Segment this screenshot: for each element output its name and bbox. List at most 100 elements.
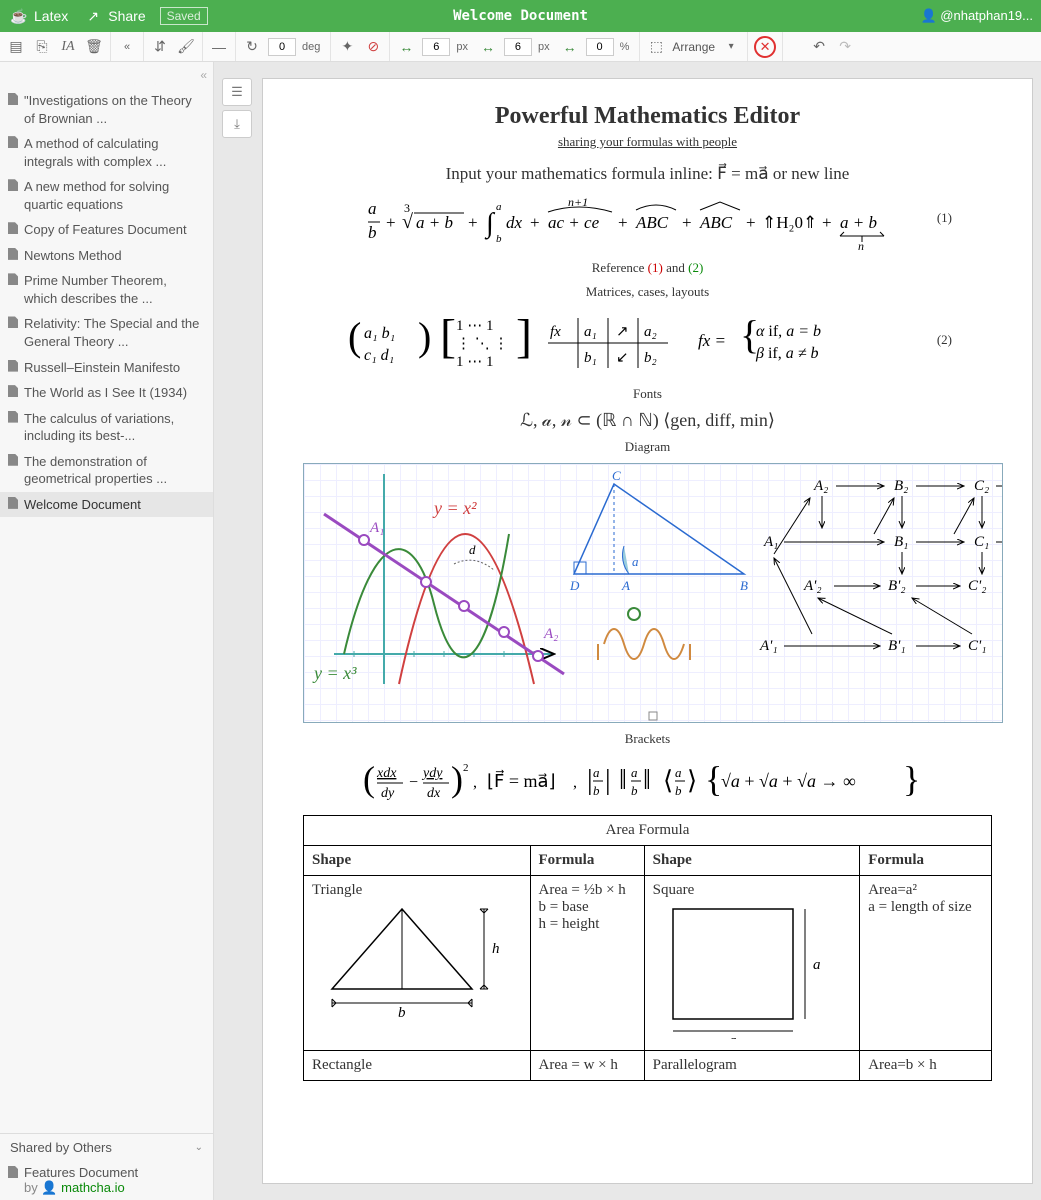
- col-formula2: Formula: [860, 846, 992, 876]
- svg-text:{: {: [705, 759, 722, 799]
- diagram-canvas[interactable]: y = x² y = x³ A₁ A₂ d a C D A B: [303, 463, 1003, 723]
- svg-text:B'₂: B'₂: [888, 578, 906, 594]
- document-canvas[interactable]: Powerful Mathematics Editor sharing your…: [262, 78, 1033, 1184]
- insert-tab[interactable]: ⤓: [222, 110, 252, 138]
- reference-line: Reference (1) and (2): [303, 260, 992, 276]
- shared-document[interactable]: Features Document by 👤 mathcha.io: [0, 1161, 213, 1200]
- svg-text:‖: ‖: [619, 765, 627, 796]
- svg-text:y = x³: y = x³: [312, 663, 357, 683]
- equation-1-number: (1): [937, 210, 952, 226]
- line-icon[interactable]: ―: [209, 37, 229, 57]
- sidebar-item[interactable]: "Investigations on the Theory of Brownia…: [0, 88, 213, 131]
- svg-text:n: n: [858, 239, 864, 252]
- trash-icon[interactable]: 🗑: [84, 37, 104, 57]
- shared-header[interactable]: Shared by Others ⌄: [0, 1133, 213, 1161]
- sidebar-item[interactable]: The calculus of variations, including it…: [0, 406, 213, 449]
- snap-off-icon[interactable]: ✦: [337, 37, 357, 57]
- sidebar-collapse-icon[interactable]: «: [117, 37, 137, 57]
- svg-text:1 ⋯ 1: 1 ⋯ 1: [456, 354, 494, 370]
- area-title: Area Formula: [304, 816, 992, 846]
- vspace-icon[interactable]: ↔: [478, 37, 498, 57]
- hspace-unit: px: [456, 41, 468, 53]
- svg-text:b: b: [631, 783, 638, 798]
- svg-text:β if, a ≠ b: β if, a ≠ b: [755, 345, 819, 362]
- shared-by-prefix: by: [24, 1180, 41, 1195]
- svg-text:dx: dx: [506, 213, 523, 232]
- svg-text:a: a: [368, 199, 377, 218]
- col-shape: Shape: [304, 846, 531, 876]
- scale-input[interactable]: [586, 38, 614, 56]
- svg-text:a: a: [496, 201, 502, 213]
- svg-text:dy: dy: [381, 786, 395, 801]
- svg-text:B₂: B₂: [894, 478, 908, 494]
- share-button[interactable]: Share: [108, 8, 145, 24]
- share-icon[interactable]: ↗: [82, 5, 104, 27]
- svg-text:b: b: [368, 223, 377, 242]
- copy-icon[interactable]: ⎘: [32, 37, 52, 57]
- align-icon[interactable]: ⇵: [150, 37, 170, 57]
- rotate-input[interactable]: [268, 38, 296, 56]
- sidebar-item[interactable]: Copy of Features Document: [0, 217, 213, 243]
- svg-text:a₁: a₁: [584, 324, 597, 340]
- scale-icon[interactable]: ↔: [560, 37, 580, 57]
- user-menu[interactable]: 👤 @nhatphan19...: [920, 8, 1033, 24]
- shared-doc-title: Features Document: [24, 1165, 138, 1180]
- svg-text:+: +: [386, 213, 396, 232]
- svg-text:|: |: [587, 765, 593, 796]
- hspace-input[interactable]: [422, 38, 450, 56]
- undo-icon[interactable]: ↶: [809, 37, 829, 57]
- outline-tab[interactable]: ☰: [222, 78, 252, 106]
- brush-icon[interactable]: 🖌: [176, 37, 196, 57]
- svg-text:↗: ↗: [616, 324, 629, 340]
- formula-cell: Area = w × h: [530, 1051, 644, 1081]
- arrange-icon[interactable]: ⬚: [646, 37, 666, 57]
- svg-text:a₁ b₁: a₁ b₁: [364, 325, 395, 342]
- svg-text:h: h: [492, 941, 500, 957]
- svg-text:]: ]: [516, 310, 532, 363]
- sidebar-item[interactable]: Newtons Method: [0, 243, 213, 269]
- rotate-icon[interactable]: ↻: [242, 37, 262, 57]
- svg-text:A₁: A₁: [369, 520, 384, 536]
- shape-name: Rectangle: [304, 1051, 531, 1081]
- svg-text:,: ,: [473, 774, 477, 791]
- shape-name: Square: [653, 882, 852, 899]
- sidebar-collapse-inner-icon[interactable]: «: [200, 68, 207, 82]
- svg-text:C'₂: C'₂: [968, 578, 986, 594]
- svg-text:c₁ d₁: c₁ d₁: [364, 347, 394, 364]
- sidebar-item[interactable]: A method of calculating integrals with c…: [0, 131, 213, 174]
- sidebar-item[interactable]: Prime Number Theorem, which describes th…: [0, 268, 213, 311]
- new-doc-icon[interactable]: ▤: [6, 37, 26, 57]
- hspace-icon[interactable]: ↔: [396, 37, 416, 57]
- latex-button[interactable]: Latex: [34, 8, 68, 24]
- svg-text:⋮ ⋱ ⋮: ⋮ ⋱ ⋮: [456, 336, 509, 352]
- svg-text:A: A: [621, 578, 630, 593]
- svg-text:1 ⋯ 1: 1 ⋯ 1: [456, 318, 494, 334]
- sidebar-item[interactable]: Welcome Document: [0, 492, 213, 518]
- vspace-input[interactable]: [504, 38, 532, 56]
- svg-text:a: a: [675, 765, 682, 780]
- svg-text:a: a: [813, 957, 821, 973]
- ia-icon[interactable]: IA: [58, 37, 78, 57]
- app-logo-icon[interactable]: ☕: [8, 5, 30, 27]
- equation-2-number: (2): [937, 332, 952, 348]
- sidebar-item[interactable]: The World as I See It (1934): [0, 380, 213, 406]
- arrange-label[interactable]: Arrange: [672, 40, 715, 54]
- area-table: Area Formula Shape Formula Shape Formula…: [303, 815, 992, 1081]
- svg-text:xdx: xdx: [376, 766, 397, 781]
- svg-text:b: b: [675, 783, 682, 798]
- svg-text:(: (: [348, 314, 361, 359]
- sidebar-item[interactable]: Russell–Einstein Manifesto: [0, 355, 213, 381]
- shared-by-link[interactable]: mathcha.io: [61, 1180, 125, 1195]
- chevron-down-icon[interactable]: ▾: [721, 37, 741, 57]
- svg-text:dx: dx: [427, 786, 441, 801]
- sidebar-item[interactable]: The demonstration of geometrical propert…: [0, 449, 213, 492]
- redo-icon[interactable]: ↷: [835, 37, 855, 57]
- nosnap-icon[interactable]: ⊘: [363, 37, 383, 57]
- equation-2: ( a₁ b₁ c₁ d₁ ) [ 1 ⋯ 1 ⋮ ⋱ ⋮ 1 ⋯ 1 ]: [348, 308, 948, 378]
- sidebar-item[interactable]: A new method for solving quartic equatio…: [0, 174, 213, 217]
- close-panel-icon[interactable]: ✕: [754, 36, 776, 58]
- chevron-down-icon: ⌄: [195, 1142, 203, 1153]
- sidebar-item[interactable]: Relativity: The Special and the General …: [0, 311, 213, 354]
- svg-text:−: −: [409, 774, 418, 791]
- svg-text:∫: ∫: [484, 208, 496, 240]
